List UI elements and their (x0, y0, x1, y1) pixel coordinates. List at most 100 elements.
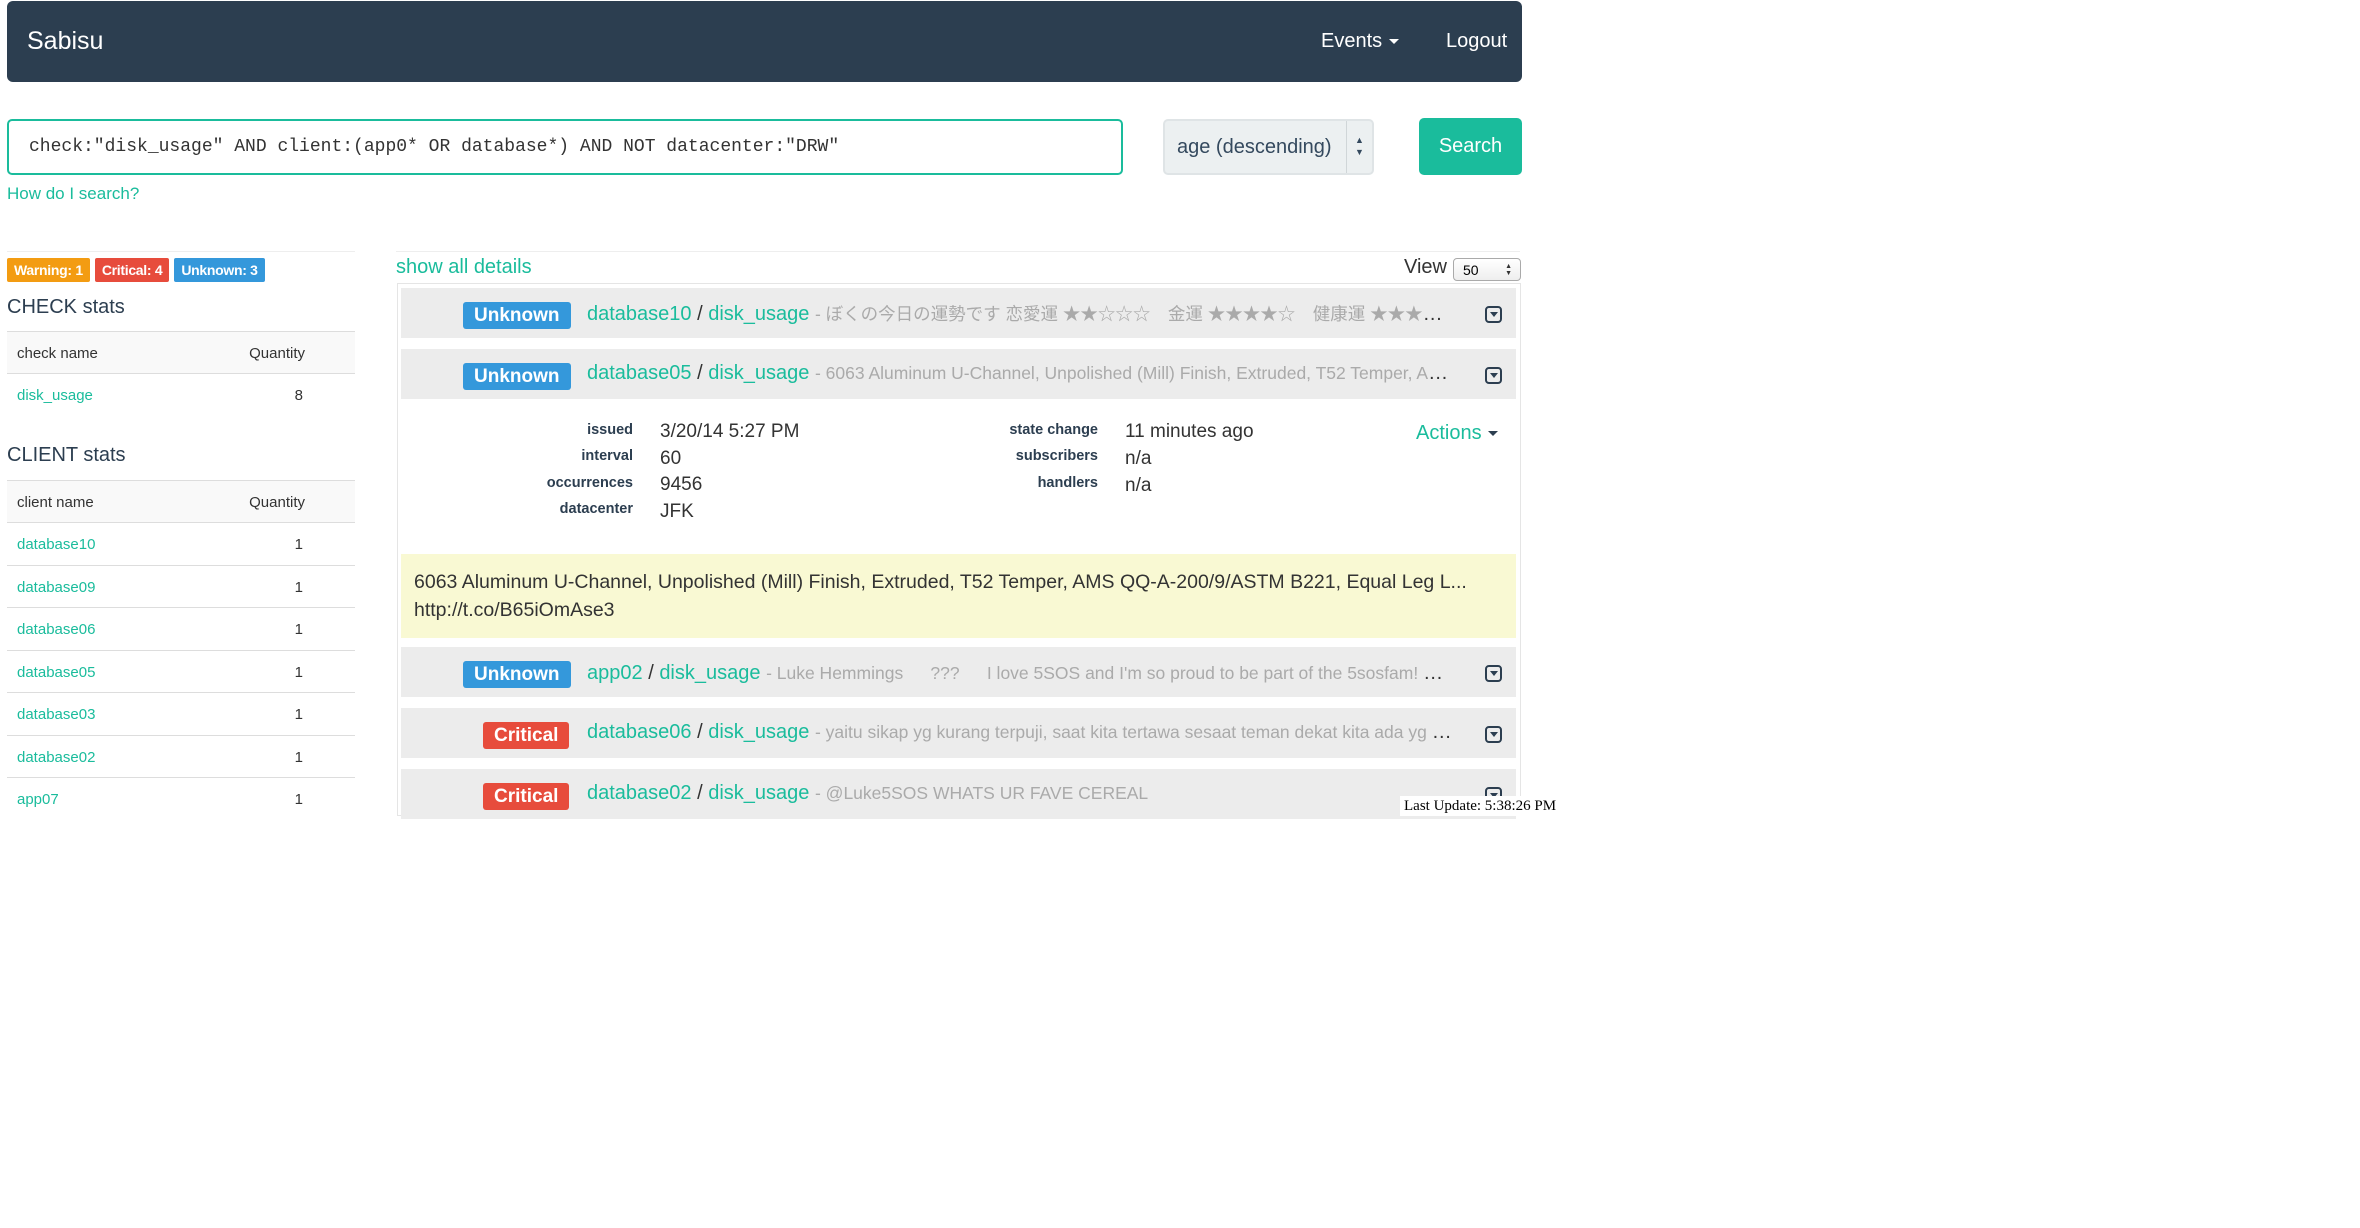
client-link[interactable]: app02 (587, 662, 643, 684)
last-update-status: Last Update: 5:38:26 PM (1400, 796, 1568, 816)
client-link[interactable]: database02 (587, 782, 692, 804)
status-badge: Unknown (463, 363, 571, 390)
divider (396, 251, 1520, 252)
event-output: - @Luke5SOS WHATS UR FAVE CEREAL (814, 783, 1149, 803)
critical-count-badge[interactable]: Critical: 4 (94, 258, 170, 282)
event-row[interactable]: Unknown database05 / disk_usage - 6063 A… (401, 349, 1516, 399)
event-row[interactable]: Critical database06 / disk_usage - yaitu… (401, 708, 1516, 758)
event-title: app02 / disk_usage - Luke Hemmings ??? I… (587, 660, 1455, 685)
table-row: database09 1 (7, 566, 355, 608)
collapse-toggle-icon[interactable] (1485, 367, 1502, 384)
detail-label: issued (587, 422, 633, 438)
quantity: 1 (294, 536, 303, 553)
client-name-link[interactable]: database06 (17, 621, 95, 638)
client-name-link[interactable]: database09 (17, 579, 95, 596)
actions-label: Actions (1416, 422, 1482, 444)
table-row: database03 1 (7, 693, 355, 736)
client-name-link[interactable]: database02 (17, 749, 95, 766)
event-title: database06 / disk_usage - yaitu sikap yg… (587, 721, 1455, 744)
view-label: View (1404, 256, 1447, 278)
issued-value: 3/20/14 5:27 PM (660, 421, 800, 442)
separator: / (697, 362, 703, 384)
navbar: Sabisu Events Logout (7, 1, 1522, 82)
check-link[interactable]: disk_usage (708, 721, 809, 743)
quantity: 1 (294, 621, 303, 638)
client-name-link[interactable]: app07 (17, 791, 59, 808)
events-menu[interactable]: Events (1321, 30, 1400, 53)
select-arrows-icon: ▲ ▼ (1346, 121, 1372, 173)
table-header: client name Quantity (7, 480, 355, 523)
check-link[interactable]: disk_usage (708, 362, 809, 384)
quantity: 1 (294, 578, 303, 596)
table-row: database10 1 (7, 523, 355, 566)
quantity: 1 (294, 663, 303, 681)
event-title: database02 / disk_usage - @Luke5SOS WHAT… (587, 782, 1455, 805)
caret-down-icon (1487, 431, 1498, 437)
client-name-link[interactable]: database03 (17, 706, 95, 723)
expand-toggle-icon[interactable] (1485, 665, 1502, 682)
caret-down-icon (1389, 39, 1400, 45)
client-name-link[interactable]: database10 (17, 536, 95, 553)
separator: / (648, 662, 654, 684)
status-badge: Unknown (463, 661, 571, 688)
detail-label: subscribers (1015, 448, 1098, 464)
search-input[interactable] (7, 119, 1123, 175)
client-stats-table: client name Quantity database10 1 databas… (7, 480, 355, 821)
column-header: client name (17, 494, 94, 511)
separator: / (697, 303, 703, 325)
logout-link[interactable]: Logout (1446, 30, 1507, 53)
event-row[interactable]: Unknown app02 / disk_usage - Luke Hemmin… (401, 647, 1516, 697)
search-help-link[interactable]: How do I search? (7, 184, 139, 204)
brand-logo[interactable]: Sabisu (27, 27, 103, 56)
status-badge: Critical (483, 722, 570, 749)
event-title: database10 / disk_usage - ぼくの今日の運勢です 恋愛運… (587, 301, 1455, 326)
event-output: - 6063 Aluminum U-Channel, Unpolished (M… (814, 363, 1455, 383)
check-link[interactable]: disk_usage (708, 782, 809, 804)
page-size-value: 50 (1463, 262, 1479, 278)
expand-toggle-icon[interactable] (1485, 306, 1502, 323)
client-link[interactable]: database05 (587, 362, 692, 384)
warning-count-badge[interactable]: Warning: 1 (7, 258, 90, 282)
select-arrows-icon: ▲ ▼ (1505, 263, 1512, 277)
detail-label: state change (1009, 422, 1098, 438)
events-menu-label: Events (1321, 30, 1383, 52)
status-badge: Unknown (463, 302, 571, 329)
events-list: Unknown database10 / disk_usage - ぼくの今日の… (397, 283, 1521, 819)
output-link[interactable]: http://t.co/B65iOmAse3 (414, 596, 1503, 624)
search-button[interactable]: Search (1419, 118, 1522, 175)
interval-value: 60 (660, 448, 682, 469)
client-name-link[interactable]: database05 (17, 664, 95, 681)
client-stats-title: CLIENT stats (7, 444, 126, 466)
event-row[interactable]: Unknown database10 / disk_usage - ぼくの今日の… (401, 288, 1516, 338)
divider (7, 251, 355, 252)
actions-dropdown[interactable]: Actions (1416, 422, 1498, 445)
separator: / (697, 721, 703, 743)
event-row[interactable]: Critical database02 / disk_usage - @Luke… (401, 769, 1516, 819)
quantity: 8 (294, 387, 303, 404)
event-output: - ぼくの今日の運勢です 恋愛運 ★★☆☆☆ 金運 ★★★★☆ 健康運 ★★★☆… (814, 304, 1455, 324)
state-change-value: 11 minutes ago (1125, 421, 1254, 442)
sort-select[interactable]: age (descending) ▲ ▼ (1163, 119, 1374, 175)
check-name-link[interactable]: disk_usage (17, 387, 93, 404)
quantity: 1 (294, 748, 303, 766)
subscribers-value: n/a (1125, 448, 1152, 469)
show-all-details-link[interactable]: show all details (396, 256, 532, 279)
table-row: database02 1 (7, 736, 355, 778)
client-link[interactable]: database10 (587, 303, 692, 325)
summary-badges: Warning: 1 Critical: 4 Unknown: 3 (7, 258, 265, 282)
table-row: database05 1 (7, 651, 355, 693)
quantity: 1 (294, 706, 303, 723)
client-link[interactable]: database06 (587, 721, 692, 743)
page-size-select[interactable]: 50 ▲ ▼ (1453, 258, 1521, 281)
check-stats-title: CHECK stats (7, 296, 125, 318)
expand-toggle-icon[interactable] (1485, 726, 1502, 743)
arrow-down-icon: ▼ (1355, 147, 1364, 157)
event-details: issued 3/20/14 5:27 PM interval 60 occur… (398, 404, 1520, 554)
check-link[interactable]: disk_usage (659, 662, 760, 684)
unknown-count-badge[interactable]: Unknown: 3 (174, 258, 265, 282)
check-link[interactable]: disk_usage (708, 303, 809, 325)
quantity: 1 (294, 791, 303, 808)
column-header: Quantity (249, 494, 305, 511)
handlers-value: n/a (1125, 475, 1152, 496)
table-row: app07 1 (7, 778, 355, 821)
